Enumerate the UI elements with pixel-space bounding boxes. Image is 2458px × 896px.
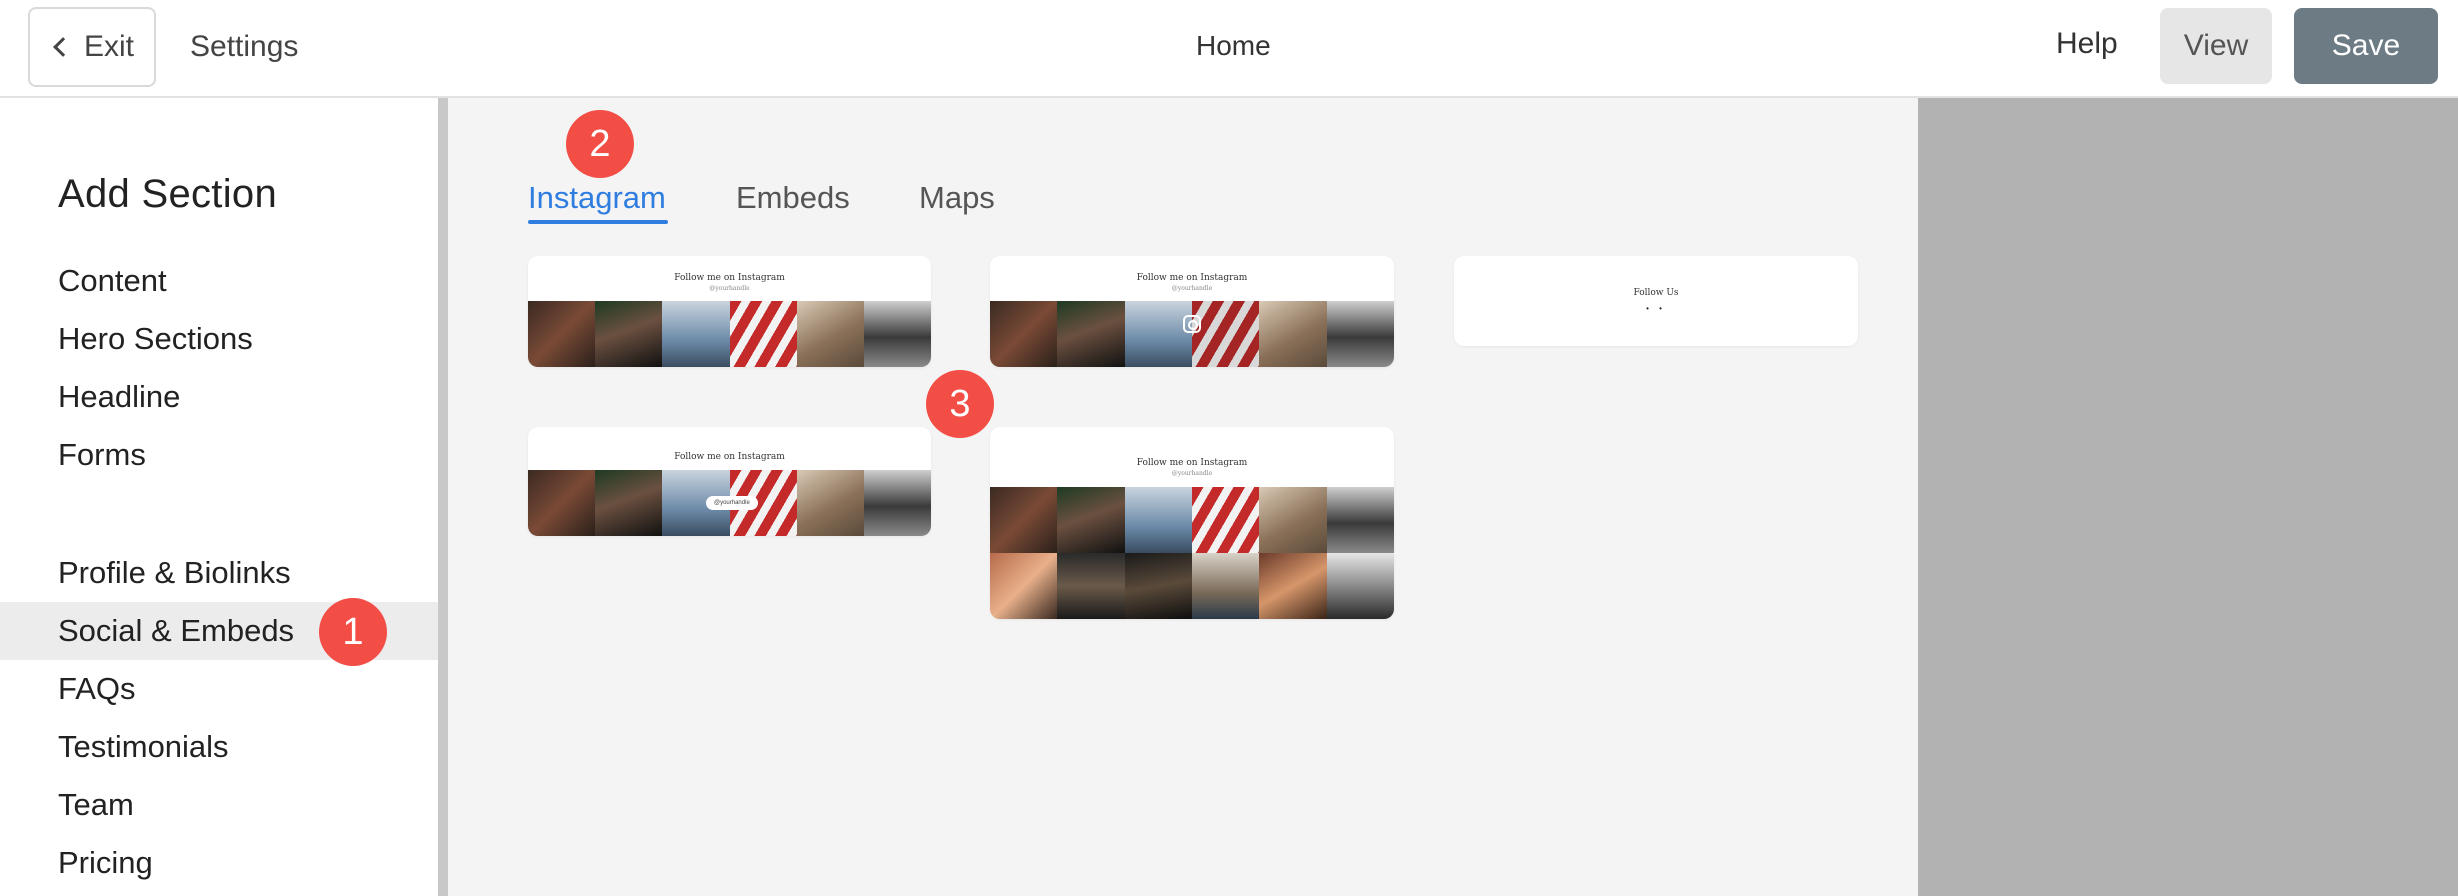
card-handle: @yourhandle [1171,285,1213,292]
card-handle: @yourhandle [1171,470,1213,477]
settings-link[interactable]: Settings [190,30,298,64]
sidebar-item-hero-sections[interactable]: Hero Sections [0,310,438,368]
follow-us-title: Follow Us [1633,288,1679,298]
sidebar-item-forms[interactable]: Forms [0,426,438,484]
instagram-layout-card-4[interactable]: Follow me on Instagram @yourhandle [990,427,1394,619]
card-title: Follow me on Instagram [674,273,785,283]
view-button[interactable]: View [2160,8,2272,84]
sidebar-heading: Add Section [58,172,278,216]
instagram-layout-card-3[interactable]: Follow me on Instagram @yourhandle [528,427,931,536]
sidebar-item-content[interactable]: Content [0,252,438,310]
sidebar-scrollbar[interactable] [438,98,448,896]
sidebar-item-profile-biolinks[interactable]: Profile & Biolinks [0,544,438,602]
sidebar-item-headline[interactable]: Headline [0,368,438,426]
exit-label: Exit [83,30,134,63]
sidebar-item-testimonials[interactable]: Testimonials [0,718,438,776]
handle-pill: @yourhandle [706,496,758,510]
chevron-left-icon [53,37,73,57]
photo-grid [990,487,1394,619]
card-title: Follow me on Instagram [674,452,785,462]
save-button[interactable]: Save [2294,8,2438,84]
help-link[interactable]: Help [2056,27,2118,61]
tab-maps[interactable]: Maps [919,180,995,216]
card-handle: @yourhandle [709,285,750,292]
instagram-layout-card-2[interactable]: Follow me on Instagram @yourhandle [990,256,1394,367]
page-title[interactable]: Home [1196,30,1271,62]
step-badge-1: 1 [319,598,387,666]
tab-embeds[interactable]: Embeds [736,180,850,216]
photo-strip [528,301,931,367]
card-title: Follow me on Instagram [1136,458,1248,468]
card-title: Follow me on Instagram [1136,273,1248,283]
step-badge-2: 2 [566,110,634,178]
follow-us-layout-card[interactable]: Follow Us • • [1454,256,1858,346]
top-bar: Exit Settings Home Help View Save [0,0,2458,98]
add-section-sidebar: Add Section Content Hero Sections Headli… [0,98,438,896]
sidebar-item-team[interactable]: Team [0,776,438,834]
photo-strip [990,301,1394,367]
page-preview-area [1918,98,2458,896]
sidebar-item-pricing[interactable]: Pricing [0,834,438,892]
tab-instagram[interactable]: Instagram [528,180,666,216]
sidebar-item-faqs[interactable]: FAQs [0,660,438,718]
active-tab-indicator [528,220,668,224]
step-badge-3: 3 [926,370,994,438]
exit-button[interactable]: Exit [28,7,156,87]
instagram-layout-card-1[interactable]: Follow me on Instagram @yourhandle [528,256,931,367]
social-icons: • • [1646,304,1666,313]
instagram-icon [1183,315,1201,333]
